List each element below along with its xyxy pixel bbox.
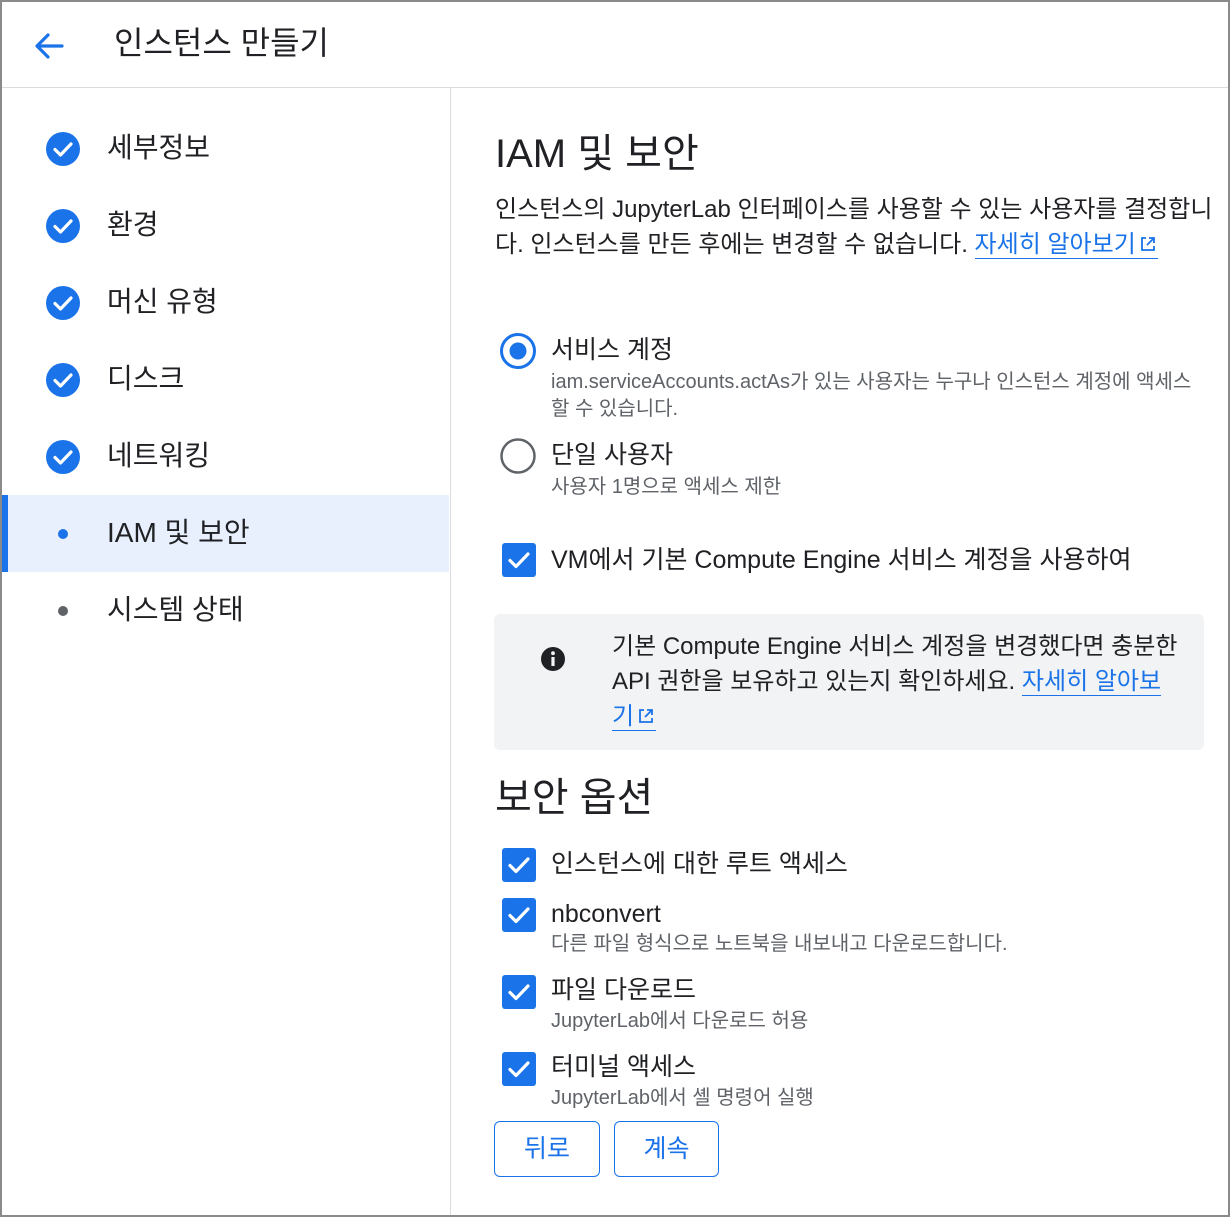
step-environment[interactable]: 환경 — [2, 187, 449, 264]
default-service-account-label: VM에서 기본 Compute Engine 서비스 계정을 사용하여 — [551, 546, 1132, 574]
back-button[interactable] — [28, 24, 72, 68]
nbconvert-checkbox[interactable] — [502, 898, 536, 932]
step-details[interactable]: 세부정보 — [2, 110, 449, 187]
info-icon — [541, 647, 565, 671]
step-system-health[interactable]: 시스템 상태 — [2, 572, 449, 649]
check-circle-icon — [46, 209, 80, 243]
open-in-new-icon — [639, 709, 653, 723]
check-circle-icon — [46, 440, 80, 474]
step-networking[interactable]: 네트워킹 — [2, 418, 449, 495]
pending-step-dot-icon — [58, 606, 68, 616]
service-account-description: iam.serviceAccounts.actAs가 있는 사용자는 누구나 인… — [551, 371, 1192, 420]
step-label: 머신 유형 — [107, 286, 218, 317]
step-label: 디스크 — [107, 363, 185, 394]
step-label: 환경 — [107, 209, 159, 240]
root-access-checkbox[interactable] — [502, 848, 536, 882]
page-header: 인스턴스 만들기 — [2, 2, 1228, 88]
info-callout: 기본 Compute Engine 서비스 계정을 변경했다면 충분한 API … — [494, 614, 1204, 750]
step-label: IAM 및 보안 — [107, 517, 250, 548]
single-user-radio[interactable] — [499, 437, 537, 475]
service-account-label: 서비스 계정 — [551, 336, 673, 364]
default-service-account-checkbox[interactable] — [502, 543, 536, 577]
learn-more-label: 자세히 알아보기 — [974, 231, 1136, 258]
checkmark-icon — [508, 907, 530, 924]
step-label: 세부정보 — [107, 132, 211, 163]
create-instance-page: 인스턴스 만들기 세부정보 환경 머신 유형 디스크 네트워킹 IAM 및 보안 — [0, 0, 1230, 1217]
checkmark-icon — [508, 857, 530, 874]
section-description: 인스턴스의 JupyterLab 인터페이스를 사용할 수 있는 사용자를 결정… — [495, 192, 1215, 262]
page-title: 인스턴스 만들기 — [114, 25, 329, 61]
check-circle-icon — [46, 286, 80, 320]
check-circle-icon — [46, 132, 80, 166]
info-callout-text: 기본 Compute Engine 서비스 계정을 변경했다면 충분한 API … — [612, 629, 1182, 734]
service-account-radio[interactable] — [499, 332, 537, 370]
open-in-new-icon — [1140, 237, 1155, 251]
continue-button[interactable]: 계속 — [614, 1121, 719, 1177]
step-disks[interactable]: 디스크 — [2, 341, 449, 418]
learn-more-link[interactable]: 자세히 알아보기 — [974, 231, 1158, 259]
step-label: 시스템 상태 — [107, 594, 244, 625]
terminal-access-label: 터미널 액세스 — [551, 1053, 696, 1081]
checkmark-icon — [508, 1061, 530, 1078]
step-iam-security[interactable]: IAM 및 보안 — [2, 495, 449, 572]
file-download-label: 파일 다운로드 — [551, 976, 696, 1004]
file-download-checkbox[interactable] — [502, 975, 536, 1009]
nbconvert-description: 다른 파일 형식으로 노트북을 내보내고 다운로드합니다. — [551, 933, 1008, 955]
root-access-label: 인스턴스에 대한 루트 액세스 — [551, 850, 848, 878]
single-user-description: 사용자 1명으로 액세스 제한 — [551, 476, 782, 498]
step-machine-type[interactable]: 머신 유형 — [2, 264, 449, 341]
check-circle-icon — [46, 363, 80, 397]
step-sidebar: 세부정보 환경 머신 유형 디스크 네트워킹 IAM 및 보안 시스템 상태 — [2, 88, 451, 1215]
arrow-left-icon — [35, 33, 64, 59]
terminal-access-description: JupyterLab에서 셸 명령어 실행 — [551, 1087, 814, 1109]
back-step-button[interactable]: 뒤로 — [494, 1121, 600, 1177]
current-step-dot-icon — [58, 529, 68, 539]
nbconvert-label: nbconvert — [551, 900, 661, 928]
main-panel: IAM 및 보안 인스턴스의 JupyterLab 인터페이스를 사용할 수 있… — [452, 88, 1228, 1215]
security-options-title: 보안 옵션 — [495, 776, 654, 820]
single-user-label: 단일 사용자 — [551, 441, 673, 469]
file-download-description: JupyterLab에서 다운로드 허용 — [551, 1010, 809, 1032]
checkmark-icon — [508, 552, 530, 569]
step-label: 네트워킹 — [107, 440, 211, 471]
checkmark-icon — [508, 984, 530, 1001]
terminal-access-checkbox[interactable] — [502, 1052, 536, 1086]
section-title: IAM 및 보안 — [495, 132, 699, 176]
